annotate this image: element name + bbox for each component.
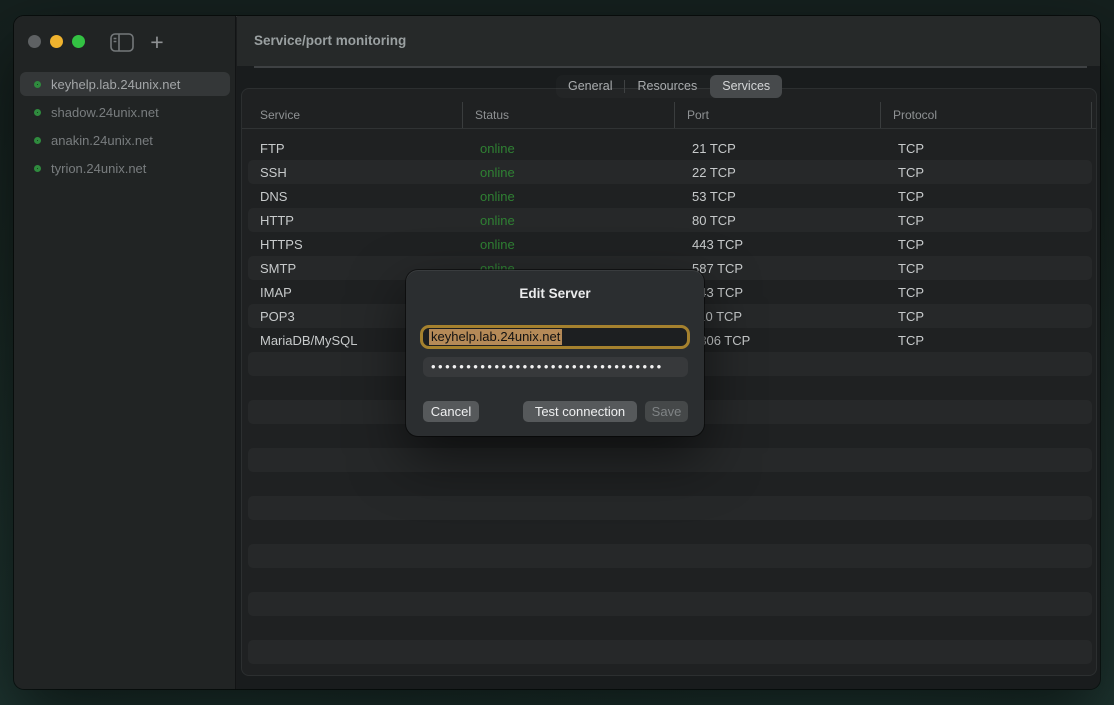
- tab-resources[interactable]: Resources: [625, 75, 709, 98]
- save-button[interactable]: Save: [645, 401, 688, 422]
- cell-service: SSH: [248, 165, 468, 180]
- minimize-button[interactable]: [50, 35, 63, 48]
- cell-service: HTTPS: [248, 237, 468, 252]
- sidebar-toggle-icon[interactable]: [110, 33, 134, 52]
- cell-port: 587 TCP: [680, 261, 886, 276]
- status-dot-icon: [34, 81, 41, 88]
- cell-status: online: [468, 189, 680, 204]
- cell-protocol: TCP: [886, 285, 1092, 300]
- empty-row: [248, 616, 1092, 640]
- cell-port: 143 TCP: [680, 285, 886, 300]
- cell-port: 443 TCP: [680, 237, 886, 252]
- cell-status: online: [468, 213, 680, 228]
- cell-port: 80 TCP: [680, 213, 886, 228]
- table-row[interactable]: HTTPSonline443 TCPTCP: [248, 232, 1092, 256]
- password-masked-value: •••••••••••••••••••••••••••••••••: [431, 359, 664, 374]
- column-header-protocol: Protocol: [880, 102, 1091, 128]
- cell-status: online: [468, 165, 680, 180]
- column-header-port: Port: [674, 102, 880, 128]
- empty-row: [248, 544, 1092, 568]
- cell-service: DNS: [248, 189, 468, 204]
- column-header-end-separator: [1091, 102, 1100, 128]
- server-name-label: shadow.24unix.net: [51, 105, 159, 120]
- table-row[interactable]: FTPonline21 TCPTCP: [248, 136, 1092, 160]
- column-header-service: Service: [242, 102, 462, 128]
- tab-bar: GeneralResourcesServices: [556, 75, 782, 98]
- status-dot-icon: [34, 109, 41, 116]
- server-name-label: tyrion.24unix.net: [51, 161, 146, 176]
- sidebar-item-server[interactable]: anakin.24unix.net: [20, 128, 230, 152]
- cancel-button[interactable]: Cancel: [423, 401, 479, 422]
- cell-protocol: TCP: [886, 165, 1092, 180]
- cell-protocol: TCP: [886, 261, 1092, 276]
- test-connection-button[interactable]: Test connection: [523, 401, 637, 422]
- cell-status: online: [468, 237, 680, 252]
- host-input-selected-text: keyhelp.lab.24unix.net: [429, 329, 562, 345]
- sidebar-item-server[interactable]: shadow.24unix.net: [20, 100, 230, 124]
- main-header: Service/port monitoring: [237, 16, 1100, 66]
- cell-protocol: TCP: [886, 141, 1092, 156]
- cell-port: 110 TCP: [680, 309, 886, 324]
- cell-port: 21 TCP: [680, 141, 886, 156]
- close-button[interactable]: [28, 35, 41, 48]
- cell-port: 22 TCP: [680, 165, 886, 180]
- empty-row: [248, 592, 1092, 616]
- empty-row: [248, 472, 1092, 496]
- table-header: ServiceStatusPortProtocol: [242, 102, 1096, 129]
- add-server-button[interactable]: +: [145, 28, 169, 56]
- app-window: + keyhelp.lab.24unix.net shadow.24unix.ne…: [14, 16, 1100, 689]
- sidebar-titlebar: +: [14, 16, 235, 68]
- password-input[interactable]: •••••••••••••••••••••••••••••••••: [423, 357, 688, 377]
- dialog-title: Edit Server: [406, 286, 704, 301]
- server-name-label: anakin.24unix.net: [51, 133, 153, 148]
- cell-protocol: TCP: [886, 237, 1092, 252]
- header-divider: [254, 66, 1087, 68]
- edit-server-dialog: Edit Server keyhelp.lab.24unix.net •••••…: [406, 270, 704, 436]
- status-dot-icon: [34, 165, 41, 172]
- server-name-label: keyhelp.lab.24unix.net: [51, 77, 180, 92]
- empty-row: [248, 640, 1092, 664]
- cell-protocol: TCP: [886, 189, 1092, 204]
- cell-protocol: TCP: [886, 309, 1092, 324]
- cell-port: 3306 TCP: [680, 333, 886, 348]
- empty-row: [248, 520, 1092, 544]
- host-input[interactable]: keyhelp.lab.24unix.net: [420, 325, 690, 349]
- cell-protocol: TCP: [886, 333, 1092, 348]
- empty-row: [248, 496, 1092, 520]
- tab-general[interactable]: General: [556, 75, 624, 98]
- cell-service: HTTP: [248, 213, 468, 228]
- sidebar: + keyhelp.lab.24unix.net shadow.24unix.ne…: [14, 16, 236, 689]
- column-header-status: Status: [462, 102, 674, 128]
- status-dot-icon: [34, 137, 41, 144]
- sidebar-item-server[interactable]: tyrion.24unix.net: [20, 156, 230, 180]
- table-row[interactable]: SSHonline22 TCPTCP: [248, 160, 1092, 184]
- empty-row: [248, 568, 1092, 592]
- page-title: Service/port monitoring: [254, 16, 406, 66]
- zoom-button[interactable]: [72, 35, 85, 48]
- cell-service: FTP: [248, 141, 468, 156]
- cell-protocol: TCP: [886, 213, 1092, 228]
- tab-services[interactable]: Services: [710, 75, 782, 98]
- table-row[interactable]: HTTPonline80 TCPTCP: [248, 208, 1092, 232]
- sidebar-item-server[interactable]: keyhelp.lab.24unix.net: [20, 72, 230, 96]
- table-row[interactable]: DNSonline53 TCPTCP: [248, 184, 1092, 208]
- cell-status: online: [468, 141, 680, 156]
- server-list: keyhelp.lab.24unix.net shadow.24unix.net a…: [20, 72, 230, 184]
- cell-port: 53 TCP: [680, 189, 886, 204]
- empty-row: [248, 448, 1092, 472]
